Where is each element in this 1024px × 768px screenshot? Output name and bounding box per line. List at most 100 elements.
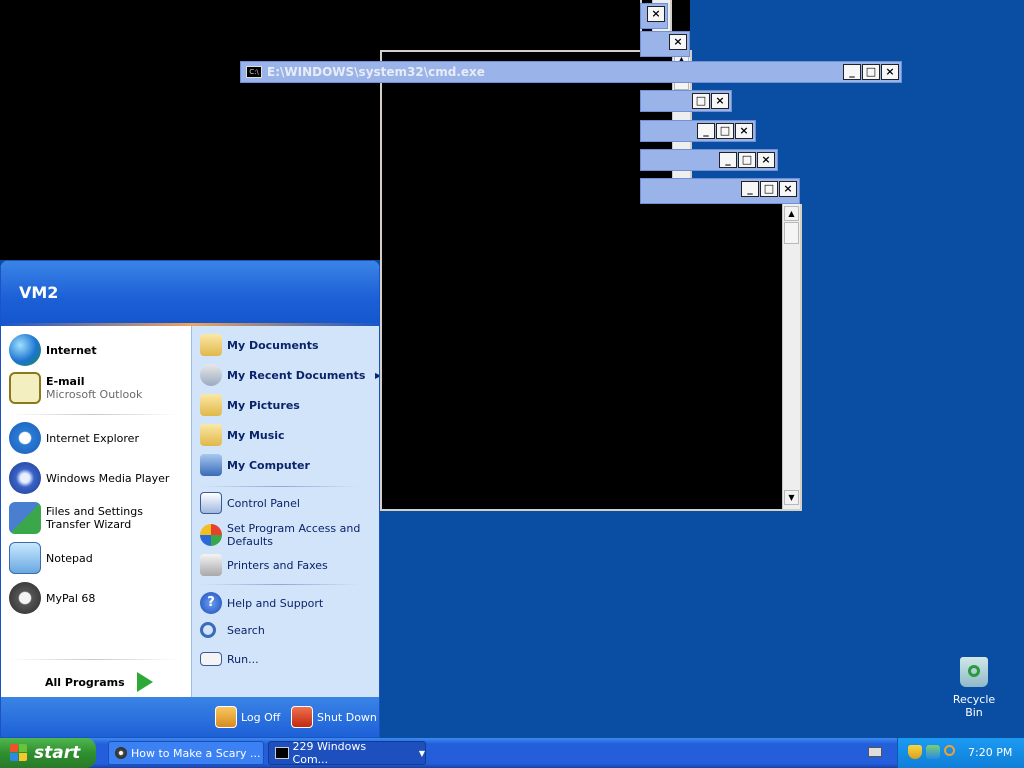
printer-icon [200, 554, 222, 576]
my-pictures[interactable]: My Pictures [200, 394, 300, 416]
recycle-bin-label: Recycle Bin [952, 693, 996, 719]
recent-label: Files and Settings Transfer Wizard [46, 505, 143, 531]
right-item-label: My Music [227, 428, 285, 442]
shut-down-button[interactable]: Shut Down [291, 706, 377, 728]
minimize-button[interactable]: _ [741, 181, 759, 197]
cmd-titlebar-stack-1[interactable]: × [640, 3, 668, 29]
internet-globe-icon [9, 334, 41, 366]
security-shield-icon[interactable] [908, 745, 922, 759]
recent-media-player[interactable]: Windows Media Player [9, 462, 169, 494]
maximize-button[interactable]: □ [760, 181, 778, 197]
start-menu-left-pane: Internet E-mail Microsoft Outlook Intern… [1, 326, 191, 697]
close-button[interactable]: × [647, 6, 665, 22]
taskbar-item-cmd-group[interactable]: 229 Windows Com... ▼ [268, 740, 426, 766]
mypal-icon [9, 582, 41, 614]
pinned-sublabel: Microsoft Outlook [46, 388, 143, 401]
recent-transfer-wizard[interactable]: Files and Settings Transfer Wizard [9, 502, 186, 534]
shut-down-label: Shut Down [317, 710, 377, 724]
my-recent-documents[interactable]: My Recent Documents ▶ [200, 364, 379, 386]
pinned-internet[interactable]: Internet [9, 334, 97, 366]
right-item-label: My Computer [227, 458, 310, 472]
recent-label: Notepad [46, 551, 93, 565]
keyboard-icon[interactable] [868, 747, 882, 757]
divider [200, 584, 360, 585]
start-menu-footer: Log Off Shut Down [1, 697, 379, 737]
set-program-access[interactable]: Set Program Access and Defaults [200, 522, 367, 548]
search-icon[interactable] [944, 745, 955, 756]
arrow-right-icon [136, 672, 153, 692]
user-name: VM2 [19, 283, 59, 302]
help-and-support[interactable]: ? Help and Support [200, 592, 323, 614]
transfer-wizard-icon [9, 502, 41, 534]
start-menu-header: VM2 [1, 261, 379, 325]
right-item-label: Printers and Faxes [227, 558, 328, 572]
cmd-titlebar-stack-3[interactable]: □ × [640, 90, 732, 112]
divider [9, 414, 179, 415]
close-button[interactable]: × [757, 152, 775, 168]
right-item-label: My Recent Documents [227, 368, 366, 382]
network-icon[interactable] [926, 745, 940, 759]
control-panel-icon [200, 492, 222, 514]
search[interactable]: Search [200, 622, 265, 638]
run-icon [200, 652, 222, 666]
all-programs-label: All Programs [45, 675, 125, 689]
recent-mypal[interactable]: MyPal 68 [9, 582, 95, 614]
close-button[interactable]: × [669, 34, 687, 50]
cmd-titlebar-stack-4[interactable]: _ □ × [640, 120, 756, 142]
close-button[interactable]: × [711, 93, 729, 109]
recent-notepad[interactable]: Notepad [9, 542, 93, 574]
cmd-window-front[interactable]: ▲ ▼ [380, 204, 802, 511]
outlook-icon [9, 372, 41, 404]
start-button[interactable]: start [0, 738, 96, 768]
right-item-label: Search [227, 623, 265, 637]
run[interactable]: Run... [200, 652, 259, 666]
right-item-label: My Documents [227, 338, 319, 352]
maximize-button[interactable]: □ [862, 64, 880, 80]
maximize-button[interactable]: □ [738, 152, 756, 168]
recent-internet-explorer[interactable]: Internet Explorer [9, 422, 139, 454]
close-button[interactable]: × [779, 181, 797, 197]
minimize-button[interactable]: _ [843, 64, 861, 80]
recent-label: Windows Media Player [46, 471, 170, 485]
chevron-down-icon: ▼ [418, 748, 425, 758]
my-music[interactable]: My Music [200, 424, 285, 446]
power-icon [291, 706, 313, 728]
log-off-button[interactable]: Log Off [215, 706, 280, 728]
minimize-button[interactable]: _ [719, 152, 737, 168]
log-off-label: Log Off [241, 710, 281, 724]
vertical-scrollbar[interactable]: ▲ ▼ [782, 204, 800, 509]
computer-icon [200, 454, 222, 476]
mypal-icon [115, 747, 127, 759]
scroll-thumb[interactable] [784, 222, 799, 244]
scroll-down-button[interactable]: ▼ [784, 490, 799, 505]
right-item-label: Control Panel [227, 496, 300, 510]
taskbar-item-browser[interactable]: How to Make a Scary ... [108, 741, 264, 765]
right-item-label: My Pictures [227, 398, 300, 412]
notepad-icon [9, 542, 41, 574]
control-panel[interactable]: Control Panel [200, 492, 300, 514]
recycle-bin[interactable]: Recycle Bin [944, 657, 1004, 719]
my-documents[interactable]: My Documents [200, 334, 319, 356]
folder-pictures-icon [200, 394, 222, 416]
submenu-arrow-icon: ▶ [375, 371, 379, 380]
cmd-titlebar-stack-2[interactable]: × [640, 31, 690, 57]
folder-documents-icon [200, 334, 222, 356]
recent-documents-icon [200, 364, 222, 386]
start-menu: VM2 Internet E-mail Microsoft Outlook In… [0, 260, 380, 738]
cmd-titlebar-stack-5[interactable]: _ □ × [640, 149, 778, 171]
maximize-button[interactable]: □ [692, 93, 710, 109]
maximize-button[interactable]: □ [716, 123, 734, 139]
scroll-up-button[interactable]: ▲ [784, 206, 799, 221]
minimize-button[interactable]: _ [697, 123, 715, 139]
folder-music-icon [200, 424, 222, 446]
close-button[interactable]: × [881, 64, 899, 80]
my-computer[interactable]: My Computer [200, 454, 310, 476]
pinned-email[interactable]: E-mail Microsoft Outlook [9, 372, 142, 404]
close-button[interactable]: × [735, 123, 753, 139]
cmd-titlebar-main[interactable]: C:\ E:\WINDOWS\system32\cmd.exe _ □ × [240, 61, 902, 83]
pinned-label: E-mail [46, 375, 85, 388]
printers-and-faxes[interactable]: Printers and Faxes [200, 554, 328, 576]
cmd-titlebar-stack-6[interactable]: _ □ × [640, 178, 800, 204]
all-programs-button[interactable]: All Programs [45, 672, 153, 692]
start-menu-right-pane: My Documents My Recent Documents ▶ My Pi… [191, 326, 379, 697]
